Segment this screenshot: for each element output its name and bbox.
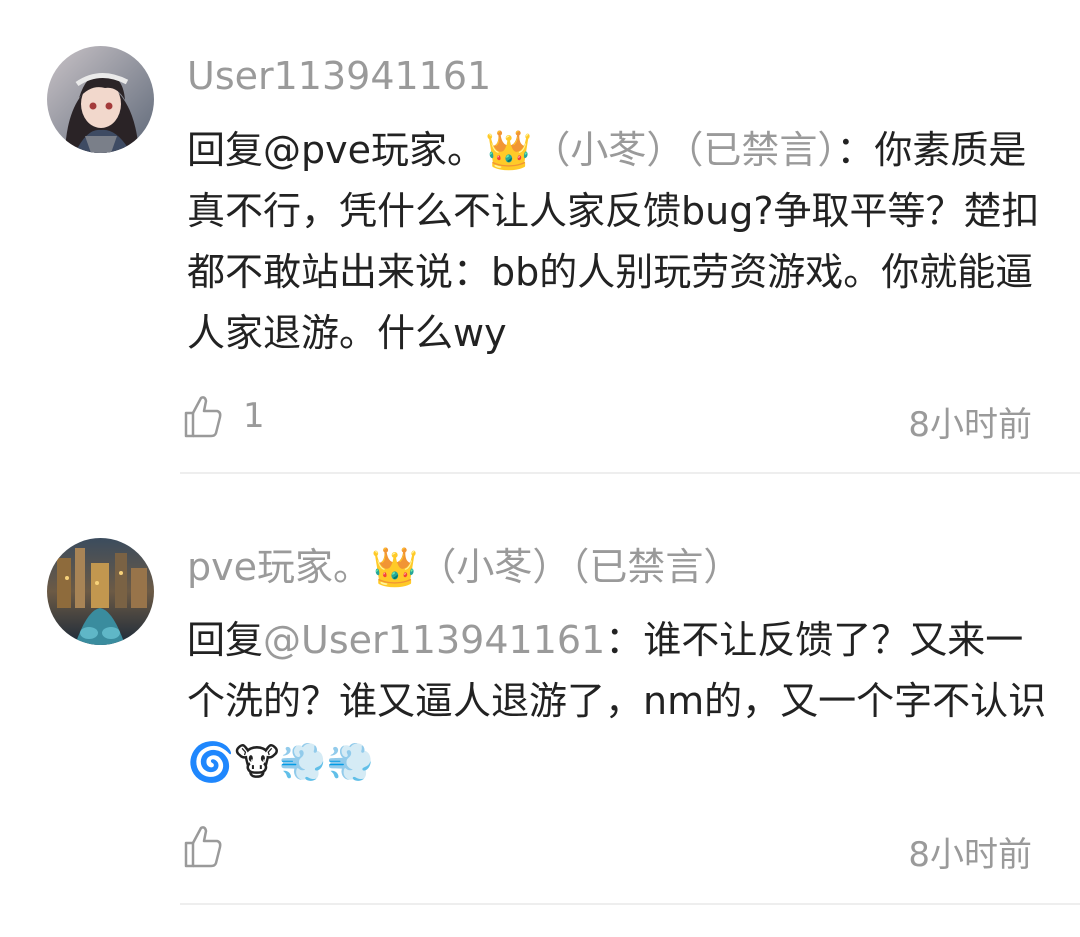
colon: ： bbox=[605, 618, 644, 662]
username-text: pve玩家。 bbox=[187, 545, 371, 589]
emoji-sequence: 🌀🐮💨💨 bbox=[187, 740, 374, 784]
reply-user-meta: （小苳）（已禁言） bbox=[532, 128, 837, 172]
user-avatar[interactable] bbox=[47, 538, 154, 645]
crown-icon: 👑 bbox=[485, 128, 533, 172]
city-skyline-avatar-icon bbox=[47, 538, 154, 645]
comment-time: 8小时前 bbox=[908, 405, 1032, 445]
username-text: User113941161 bbox=[187, 54, 492, 98]
reply-prefix: 回复 bbox=[187, 618, 264, 662]
reply-mention[interactable]: @User113941161 bbox=[263, 618, 605, 662]
comment-time: 8小时前 bbox=[908, 835, 1032, 875]
reply-prefix: 回复 bbox=[187, 128, 264, 172]
like-button[interactable]: 1 bbox=[183, 394, 265, 438]
crown-icon: 👑 bbox=[371, 545, 419, 589]
username-meta: （小苳）（已禁言） bbox=[418, 545, 742, 589]
comment-body: 回复@User113941161：谁不让反馈了？又来一个洗的？谁又逼人退游了，n… bbox=[187, 610, 1047, 793]
divider bbox=[180, 903, 1080, 905]
username[interactable]: User113941161 bbox=[187, 52, 491, 100]
username[interactable]: pve玩家。👑（小苳）（已禁言） bbox=[187, 543, 741, 591]
user-avatar[interactable] bbox=[47, 46, 154, 153]
reply-mention[interactable]: @pve玩家。 bbox=[263, 128, 485, 172]
like-button[interactable] bbox=[183, 824, 243, 868]
like-count: 1 bbox=[243, 396, 265, 436]
divider bbox=[180, 472, 1080, 474]
thumbs-up-icon bbox=[184, 396, 222, 438]
colon: ： bbox=[836, 128, 875, 172]
anime-girl-avatar-icon bbox=[47, 46, 154, 153]
comment-body: 回复@pve玩家。👑（小苳）（已禁言）：你素质是真不行，凭什么不让人家反馈bug… bbox=[187, 120, 1047, 364]
thumbs-up-icon bbox=[184, 826, 222, 868]
